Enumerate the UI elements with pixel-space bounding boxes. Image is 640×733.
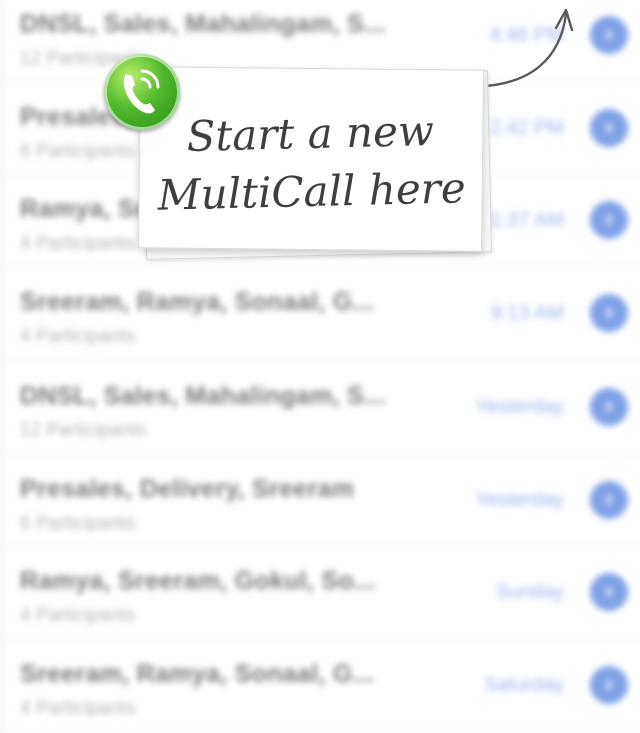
multicall-phone-icon[interactable] [104, 54, 180, 130]
callout-text: Start a new MultiCall here [139, 101, 484, 225]
callout-card: Start a new MultiCall here [138, 66, 484, 252]
callout-line-1: Start a new [186, 105, 435, 162]
callout-line-2: MultiCall here [157, 163, 467, 220]
